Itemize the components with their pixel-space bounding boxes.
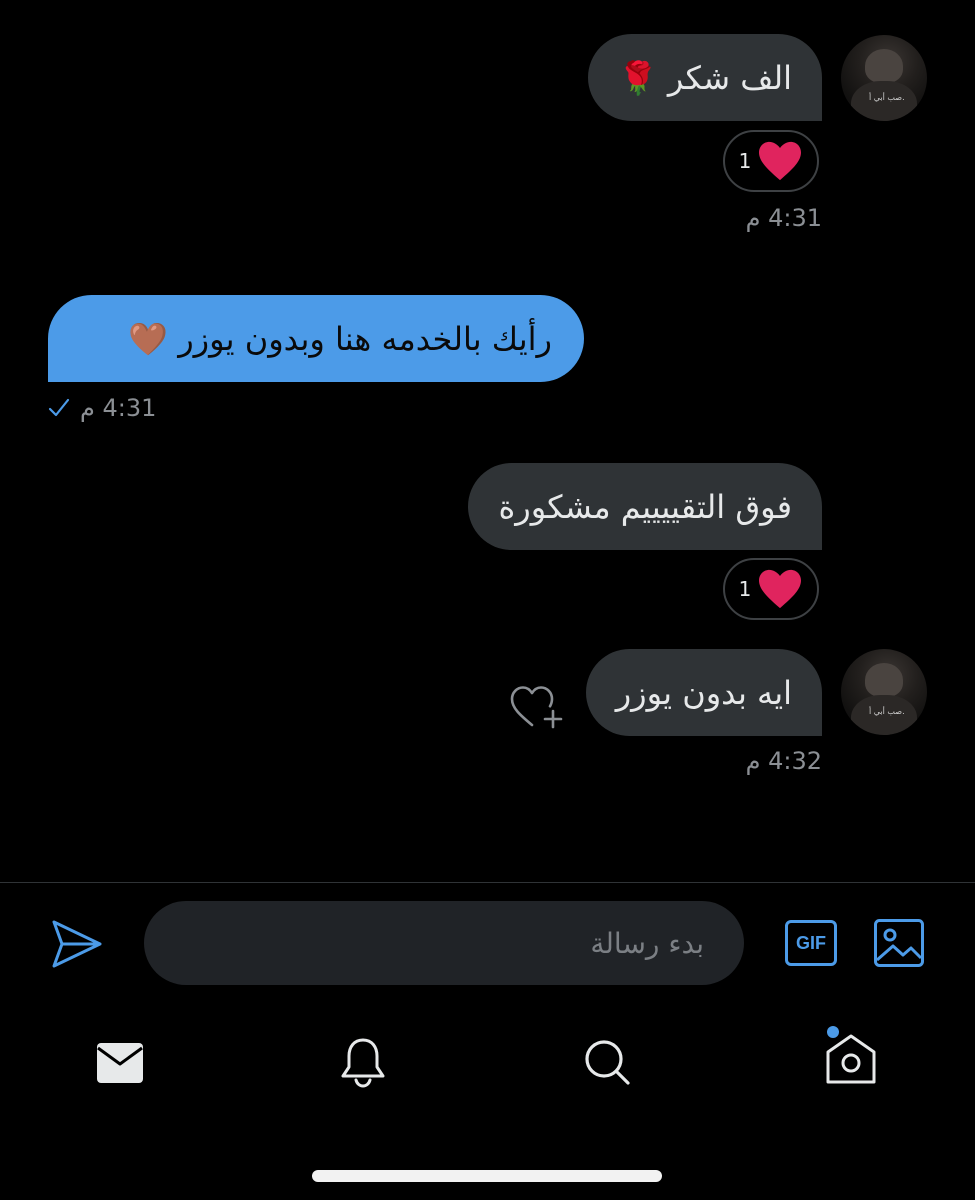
reaction-pill[interactable]: 1 [723,558,819,620]
message-bubble[interactable]: ايه بدون يوزر [585,649,822,736]
reaction-pill[interactable]: 1 [723,130,819,192]
heart-plus-icon[interactable] [508,683,564,731]
avatar-signature: صب أبي أ. [869,707,905,716]
reaction-count: 1 [738,149,752,173]
message-bubble[interactable]: رأيك بالخدمه هنا وبدون يوزر 🤎 [48,295,584,382]
notification-dot [827,1026,839,1038]
heart-icon [759,569,802,609]
image-icon[interactable] [873,918,925,968]
divider [0,882,975,883]
timestamp-row: 4:31 م [48,394,156,422]
gif-button[interactable]: GIF [785,920,837,966]
message-input[interactable] [144,901,744,985]
gif-icon: GIF [796,932,826,953]
timestamp: 4:32 م [745,747,822,775]
reaction-count: 1 [738,577,752,601]
timestamp: 4:31 م [745,204,822,232]
home-indicator [312,1170,662,1182]
avatar-signature: صب أبي أ. [869,93,905,102]
heart-icon [759,141,802,181]
timestamp: 4:31 م [80,394,157,422]
message-bubble[interactable]: فوق التقييييم مشكورة [468,463,822,550]
avatar[interactable]: صب أبي أ. [841,35,927,121]
brown-heart-emoji: 🤎 [128,319,169,358]
send-icon[interactable] [50,918,104,970]
message-bubble[interactable]: الف شكر 🌹 [588,34,822,121]
message-text: رأيك بالخدمه هنا وبدون يوزر [178,319,552,358]
bell-icon[interactable] [339,1036,387,1088]
message-text: فوق التقييييم مشكورة [498,487,792,526]
rose-emoji: 🌹 [618,58,658,97]
avatar[interactable]: صب أبي أ. [841,649,927,735]
mail-icon[interactable] [96,1040,144,1086]
message-text: ايه بدون يوزر [615,673,792,712]
checkmark-icon [48,398,70,417]
search-icon[interactable] [582,1037,632,1087]
message-text: الف شكر [667,58,792,97]
